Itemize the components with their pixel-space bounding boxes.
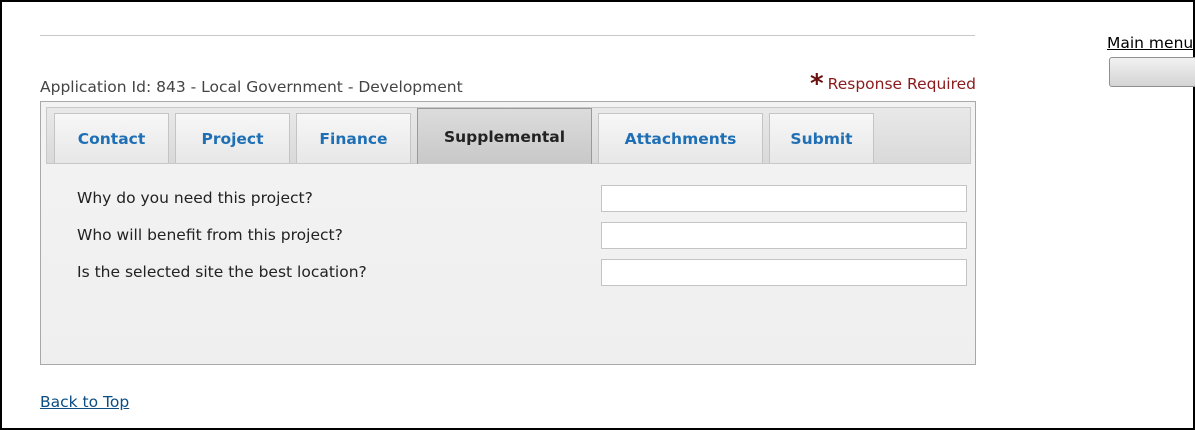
question-row: Who will benefit from this project?	[77, 222, 967, 252]
main-menu-link[interactable]: Main menu	[1107, 34, 1193, 52]
response-required-text: Response Required	[827, 75, 976, 93]
tab-submit[interactable]: Submit	[769, 113, 874, 163]
application-id-label: Application Id: 843 - Local Government -…	[40, 78, 463, 96]
back-to-top-link[interactable]: Back to Top	[40, 393, 129, 411]
question-label: Is the selected site the best location?	[77, 263, 367, 281]
asterisk-icon: *	[810, 69, 824, 99]
tab-supplemental[interactable]: Supplemental	[417, 108, 592, 164]
application-panel: Contact Project Finance Supplemental Att…	[40, 101, 976, 365]
tab-bar: Contact Project Finance Supplemental Att…	[46, 107, 971, 164]
question-benefit-input[interactable]	[601, 222, 967, 249]
question-label: Why do you need this project?	[77, 189, 313, 207]
question-need-input[interactable]	[601, 185, 967, 212]
question-row: Why do you need this project?	[77, 185, 967, 215]
question-location-input[interactable]	[601, 259, 967, 286]
tab-attachments[interactable]: Attachments	[598, 113, 763, 163]
tab-finance[interactable]: Finance	[296, 113, 411, 163]
question-label: Who will benefit from this project?	[77, 226, 343, 244]
menu-button[interactable]	[1109, 57, 1195, 87]
tab-contact[interactable]: Contact	[54, 113, 169, 163]
response-required-legend: * Response Required	[810, 69, 976, 99]
question-row: Is the selected site the best location?	[77, 259, 967, 289]
divider	[40, 35, 975, 36]
tab-project[interactable]: Project	[175, 113, 290, 163]
